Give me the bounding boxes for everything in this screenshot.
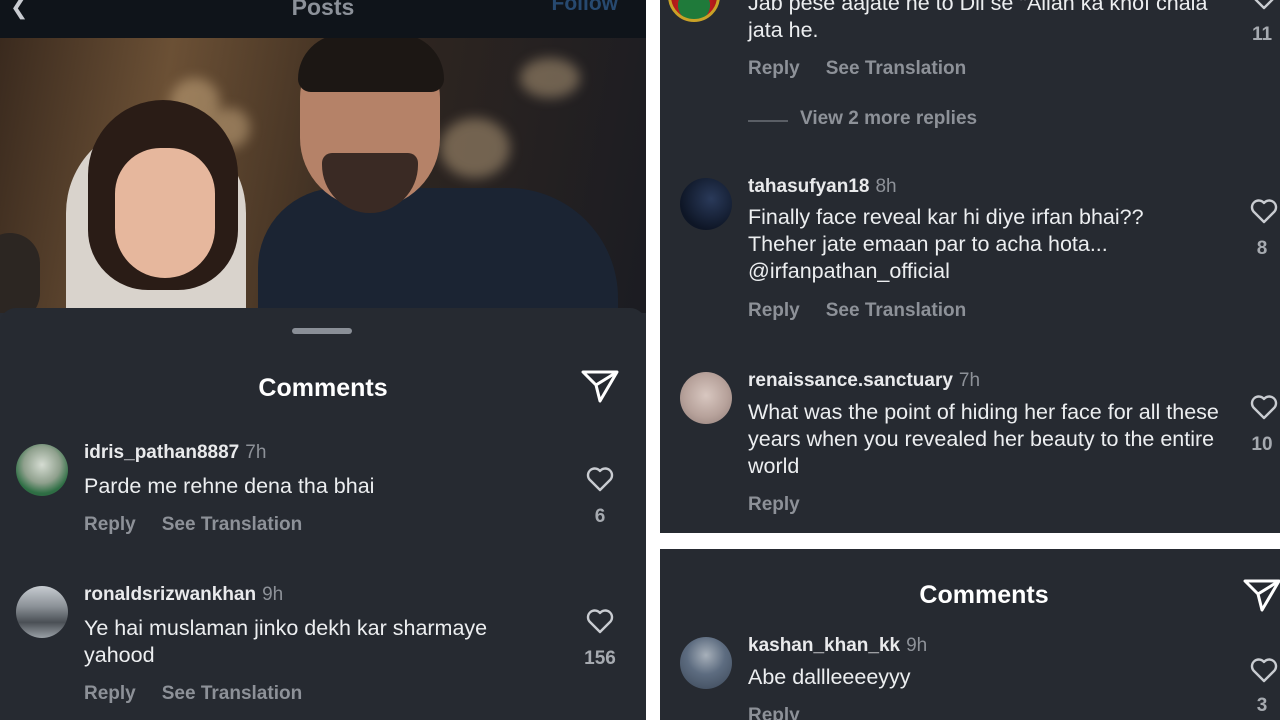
reply-button[interactable]: Reply [84,514,136,535]
paper-plane-icon[interactable] [580,368,620,404]
comment-username[interactable]: idris_pathan8887 [84,442,239,463]
page-title: Posts [291,0,355,20]
comment-text: Abe dallleeeeyyy [748,665,911,689]
comment-text: Finally face reveal kar hi diye irfan bh… [748,205,1144,283]
heart-icon[interactable] [1250,394,1278,420]
avatar[interactable] [680,178,732,230]
comment-text: Parde me rehne dena tha bhai [84,474,375,498]
reply-button[interactable]: Reply [748,705,800,720]
like-count: 156 [584,648,616,669]
comment-text: What was the point of hiding her face fo… [748,400,1219,478]
left-screenshot-panel: ❮ Posts Follow Comments idris_pathan8887… [0,0,646,720]
like-count: 3 [1256,695,1268,716]
paper-plane-icon[interactable] [1242,577,1280,613]
see-translation-button[interactable]: See Translation [162,514,302,535]
heart-icon[interactable] [1250,198,1278,224]
comment-time: 9h [262,584,284,605]
follow-button[interactable]: Follow [552,0,619,16]
comments-title: Comments [919,581,1049,609]
comment-time: 9h [906,635,928,656]
avatar[interactable] [16,444,68,496]
comment-username[interactable]: kashan_khan_kk [748,635,900,656]
heart-icon[interactable] [1250,0,1278,10]
comment-username[interactable]: tahasufyan18 [748,176,869,197]
reply-button[interactable]: Reply [748,58,800,79]
comments-sheet: Comments idris_pathan8887 7h Parde me reh… [0,308,646,720]
avatar[interactable] [16,586,68,638]
comment-time: 8h [875,176,897,197]
reply-button[interactable]: Reply [748,494,800,515]
reply-button[interactable]: Reply [84,683,136,704]
see-translation-button[interactable]: See Translation [162,683,302,704]
comment-text: Jab pese aajate he to Dil se "Allah ka k… [748,0,1208,42]
see-translation-button[interactable]: See Translation [826,58,966,79]
replies-divider [748,120,788,122]
like-count: 11 [1251,24,1273,45]
right-bottom-screenshot-panel: Comments kashan_khan_kk 9h Abe dallleeeey… [660,549,1280,720]
drag-handle[interactable] [292,328,352,334]
reply-button[interactable]: Reply [748,300,800,321]
like-count: 8 [1256,238,1268,259]
avatar[interactable] [680,372,732,424]
comment-text: Ye hai muslaman jinko dekh kar sharmaye … [84,616,488,667]
see-translation-button[interactable]: See Translation [826,300,966,321]
view-more-replies-button[interactable]: View 2 more replies [800,108,977,130]
heart-icon[interactable] [586,608,614,634]
heart-icon[interactable] [586,466,614,492]
right-top-screenshot-panel: Jab pese aajate he to Dil se "Allah ka k… [660,0,1280,533]
comment-time: 7h [958,370,981,391]
comments-title: Comments [258,374,388,402]
avatar[interactable] [668,0,720,22]
avatar[interactable] [680,637,732,689]
comment-username[interactable]: ronaldsrizwankhan [84,584,256,605]
comment-time: 7h [245,442,267,463]
comment-username[interactable]: renaissance.sanctuary [748,370,953,391]
like-count: 10 [1251,434,1273,455]
top-bar: ❮ Posts Follow [0,0,646,38]
post-photo [0,38,646,313]
heart-icon[interactable] [1250,657,1278,683]
like-count: 6 [594,506,606,527]
